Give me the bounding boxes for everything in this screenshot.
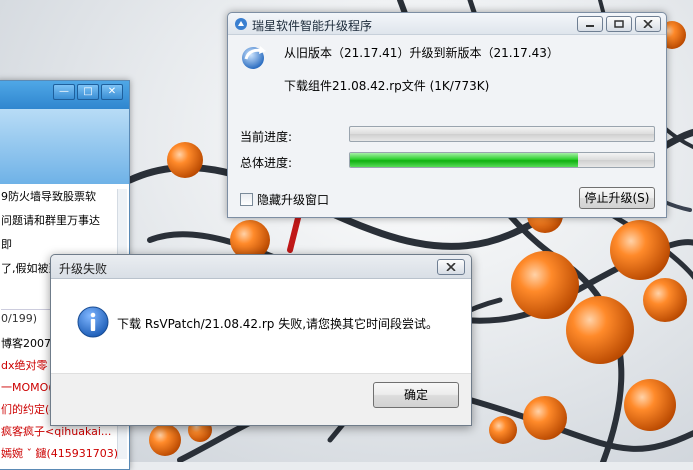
upgrade-body: 从旧版本（21.17.41）升级到新版本（21.17.43） 下载组件21.08… [228,35,666,217]
chat-header-panel [0,109,129,184]
window-title: 瑞星软件智能升级程序 [252,19,373,33]
maximize-icon [614,20,624,28]
close-button[interactable] [635,16,661,32]
dialog-content: 下载 RsVPatch/21.08.42.rp 失败,请您换其它时间段尝试。 [51,279,471,373]
info-icon [77,306,109,338]
chat-window-titlebar[interactable]: — □ ✕ [0,81,129,109]
error-message: 下载 RsVPatch/21.08.42.rp 失败,请您换其它时间段尝试。 [117,317,439,331]
dialog-titlebar[interactable]: 升级失败 [51,255,471,279]
minimize-icon[interactable]: — [53,84,75,100]
maximize-icon[interactable]: □ [77,84,99,100]
upgrade-globe-icon [242,46,266,69]
version-info: 从旧版本（21.17.41）升级到新版本（21.17.43） [284,46,559,60]
current-progress-bar [349,126,655,142]
close-icon [643,20,653,28]
rising-app-icon [235,18,247,30]
hide-window-checkbox[interactable]: 隐藏升级窗口 [240,191,329,208]
total-progress-bar [349,152,655,168]
chat-message: 问题请和群里万事达 [1,214,100,227]
stop-upgrade-button[interactable]: 停止升级(S) [579,187,655,209]
close-icon [446,263,456,271]
minimize-icon [586,25,594,27]
upgrade-failed-dialog: 升级失败 下载 RsVPatch/21.08.42.rp 失败,请您换其它时间段… [50,254,472,426]
close-icon[interactable]: ✕ [101,84,123,100]
current-progress-label: 当前进度: [240,130,293,144]
dialog-title: 升级失败 [59,262,108,276]
total-progress-label: 总体进度: [240,156,293,170]
ok-button[interactable]: 确定 [373,382,459,408]
checkbox-box[interactable] [240,193,253,206]
dialog-close-button[interactable] [437,259,465,275]
checkbox-label: 隐藏升级窗口 [257,193,330,207]
maximize-button[interactable] [606,16,632,32]
upgrade-window: 瑞星软件智能升级程序 从旧版本（21.17.41）升级到新版本（21.17.43… [227,12,667,218]
download-status: 下载组件21.08.42.rp文件 (1K/773K) [284,79,490,93]
chat-message: 9防火墙导致股票软 [1,190,96,203]
minimize-button[interactable] [577,16,603,32]
upgrade-titlebar[interactable]: 瑞星软件智能升级程序 [228,13,666,35]
total-progress-fill [350,153,578,167]
